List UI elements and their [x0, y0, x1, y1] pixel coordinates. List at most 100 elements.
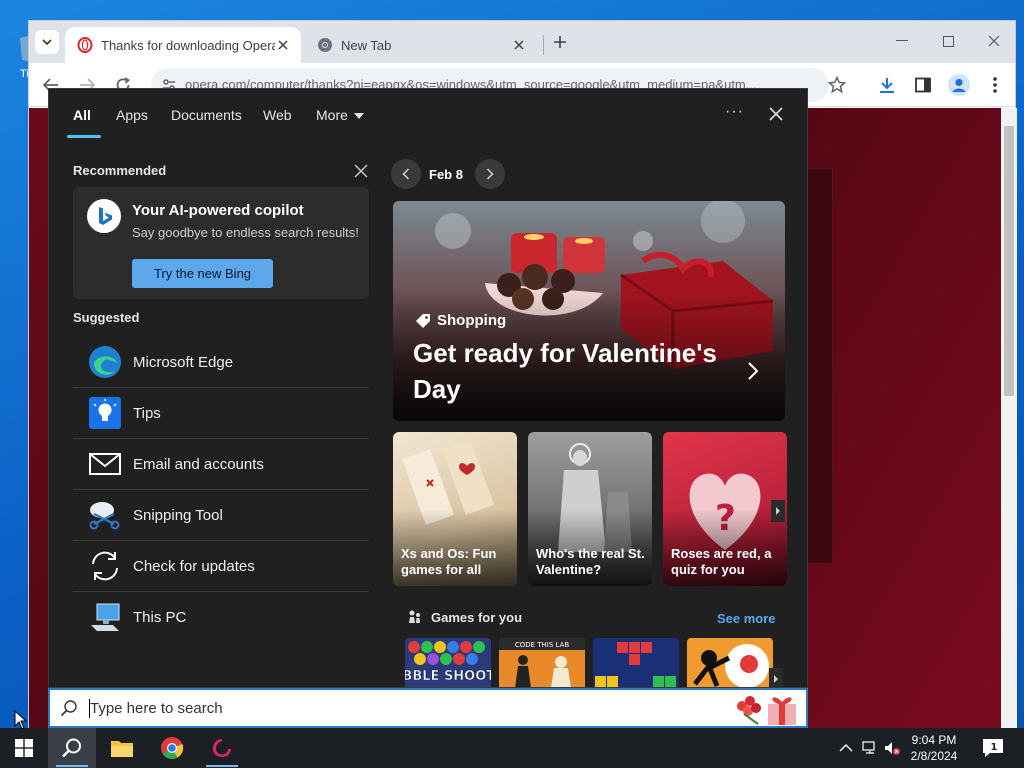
active-indicator	[206, 765, 238, 767]
suggested-item-snipping[interactable]: Snipping Tool	[73, 490, 369, 541]
snipping-tool-icon	[89, 502, 120, 530]
tab-search-button[interactable]	[35, 30, 59, 54]
suggested-heading: Suggested	[73, 310, 140, 325]
search-icon	[62, 738, 81, 758]
game-tile-chess[interactable]: CODE THIS LAB	[499, 638, 585, 687]
games-next-button[interactable]	[769, 668, 783, 687]
game-tile-bubble-shooter[interactable]: BUBBLE SHOOTER	[405, 638, 491, 687]
notification-icon[interactable]: 1	[982, 738, 1004, 758]
taskbar-search-box[interactable]: Type here to search	[48, 688, 808, 728]
new-tab-button[interactable]	[549, 31, 571, 53]
tab-more[interactable]: More	[316, 107, 364, 123]
story-caption: Xs and Os: Fun games for all	[401, 546, 497, 577]
kebab-menu-icon	[993, 77, 997, 93]
chevron-right-icon[interactable]	[745, 361, 761, 381]
suggested-item-label: Check for updates	[133, 557, 255, 575]
story-caption: Who's the real St. Valentine?	[536, 546, 645, 577]
tab-strip: Thanks for downloading Opera New Tab	[29, 21, 1015, 63]
active-indicator	[56, 765, 88, 767]
games-row: BUBBLE SHOOTER CODE THIS LAB	[405, 638, 785, 687]
close-window-button[interactable]	[979, 29, 1009, 53]
see-more-link[interactable]: See more	[717, 611, 776, 626]
caret-down-icon	[353, 113, 364, 120]
suggested-item-label: This PC	[133, 609, 187, 626]
game-tile-stickman[interactable]	[687, 638, 773, 687]
system-clock[interactable]: 9:04 PM 2/8/2024	[904, 732, 964, 764]
opera-icon	[77, 37, 93, 53]
search-filter-tabs: All Apps Documents Web More ···	[49, 89, 807, 139]
suggested-item-edge[interactable]: Microsoft Edge	[73, 337, 369, 388]
featured-story-card[interactable]: Shopping Get ready for Valentine's Day	[393, 201, 785, 421]
taskbar: 9:04 PM 2/8/2024 1	[0, 728, 1024, 768]
chess-game-image: CODE THIS LAB	[499, 638, 585, 687]
selected-tab-indicator	[67, 135, 101, 138]
story-card[interactable]: Who's the real St. Valentine?	[528, 432, 652, 586]
refresh-icon	[92, 551, 118, 581]
previous-day-button[interactable]	[391, 159, 421, 189]
suggested-item-updates[interactable]: Check for updates	[73, 541, 369, 592]
start-button[interactable]	[0, 728, 48, 768]
menu-button[interactable]	[983, 73, 1007, 97]
search-panel: All Apps Documents Web More ··· Recommen…	[48, 88, 808, 688]
search-button[interactable]	[48, 728, 96, 768]
story-caption: Roses are red, a quiz for you	[671, 546, 772, 577]
tab-opera-thanks[interactable]: Thanks for downloading Opera	[65, 27, 301, 63]
story-card[interactable]: Xs and Os: Fun games for all	[393, 432, 517, 586]
scrollbar-thumb[interactable]	[1004, 126, 1014, 396]
more-options-icon[interactable]: ···	[725, 103, 744, 121]
clock-date: 2/8/2024	[910, 749, 958, 763]
next-day-button[interactable]	[474, 159, 505, 189]
tab-web[interactable]: Web	[263, 107, 292, 123]
tab-close-button[interactable]	[511, 37, 527, 53]
try-new-bing-button[interactable]: Try the new Bing	[132, 259, 273, 288]
tab-title: New Tab	[341, 37, 392, 53]
side-panel-icon	[915, 77, 931, 93]
tab-documents[interactable]: Documents	[171, 107, 242, 123]
maximize-button[interactable]	[933, 29, 963, 53]
suggested-item-label: Snipping Tool	[133, 506, 223, 524]
volume-muted-icon[interactable]	[884, 740, 900, 756]
game-tile-blocks[interactable]	[593, 638, 679, 687]
mail-icon	[89, 453, 121, 475]
tab-more-label: More	[316, 107, 348, 123]
tab-new-tab[interactable]: New Tab	[305, 27, 537, 63]
tab-separator	[543, 35, 544, 55]
opera-installer-button[interactable]	[198, 728, 246, 768]
suggested-item-this-pc[interactable]: This PC	[73, 592, 369, 643]
side-panel-button[interactable]	[911, 73, 935, 97]
close-icon[interactable]	[765, 103, 787, 125]
file-explorer-button[interactable]	[98, 728, 146, 768]
chrome-icon	[161, 737, 184, 759]
tips-icon	[89, 397, 121, 429]
chrome-button[interactable]	[148, 728, 196, 768]
copilot-title: Your AI-powered copilot	[132, 202, 304, 219]
copilot-subtitle: Say goodbye to endless search results!	[132, 225, 359, 240]
bing-icon	[87, 199, 121, 233]
suggested-item-label: Email and accounts	[133, 455, 264, 473]
search-icon	[60, 700, 77, 717]
story-card[interactable]: ? Roses are red, a quiz for you	[663, 432, 787, 586]
downloads-button[interactable]	[875, 73, 899, 97]
block-puzzle-image	[595, 642, 676, 687]
cards-next-button[interactable]	[771, 500, 785, 522]
close-icon[interactable]	[353, 163, 369, 179]
close-icon	[278, 40, 288, 50]
chess-pieces-icon	[409, 610, 420, 623]
games-title: Games for you	[431, 609, 523, 625]
network-icon[interactable]	[862, 740, 878, 756]
tab-all[interactable]: All	[73, 107, 91, 123]
profile-button[interactable]	[947, 73, 971, 97]
suggested-item-email[interactable]: Email and accounts	[73, 439, 369, 490]
chevron-right-icon	[776, 507, 780, 515]
chevron-up-icon[interactable]	[838, 740, 854, 756]
bookmark-button[interactable]	[825, 73, 849, 97]
feed-date: Feb 8	[429, 166, 463, 182]
minimize-button[interactable]	[887, 29, 917, 53]
vertical-scrollbar[interactable]	[1001, 108, 1017, 729]
valentine-gift-icon[interactable]	[734, 692, 800, 726]
star-icon	[828, 76, 846, 94]
stickman-game-image	[693, 644, 769, 687]
tab-close-button[interactable]	[275, 37, 291, 53]
suggested-item-tips[interactable]: Tips	[73, 388, 369, 439]
tab-apps[interactable]: Apps	[116, 107, 148, 123]
